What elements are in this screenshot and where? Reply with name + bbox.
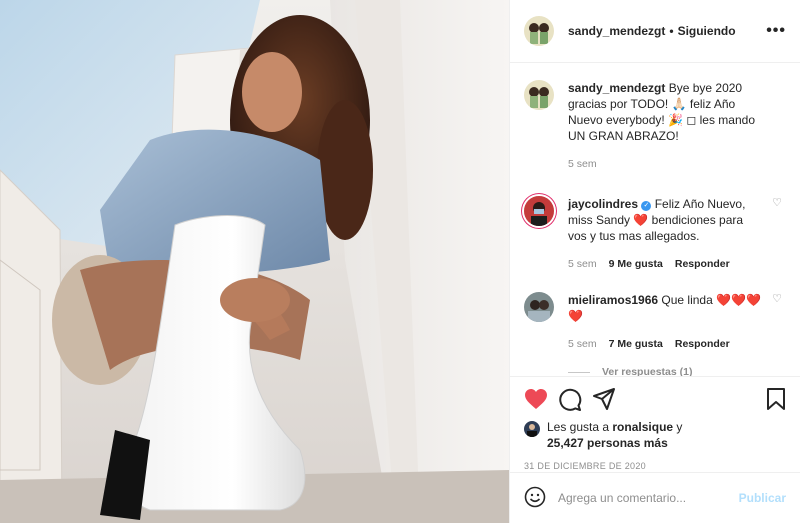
comment-likes[interactable]: 7 Me gusta — [609, 336, 663, 352]
comment-like-icon[interactable]: ♡ — [772, 196, 782, 209]
replies-line — [568, 371, 590, 373]
comment-bubble-icon[interactable] — [558, 387, 592, 411]
caption-time[interactable]: 5 sem — [568, 156, 597, 172]
reply-button[interactable]: Responder — [675, 336, 730, 352]
author-avatar[interactable] — [524, 16, 554, 46]
comment-likes[interactable]: 9 Me gusta — [609, 256, 663, 272]
caption-username[interactable]: sandy_mendezgt — [568, 81, 665, 95]
red-heart-emoji: ❤️ — [633, 213, 649, 227]
action-icons — [524, 385, 786, 413]
comment-body: jaycolindres ✓ Feliz Año Nuevo, miss San… — [568, 196, 763, 272]
post-photo[interactable] — [0, 0, 509, 523]
caption-meta: 5 sem — [568, 156, 763, 172]
post-side-panel: sandy_mendezgt • Siguiendo ••• sandy_men… — [509, 0, 800, 523]
caption-avatar[interactable] — [524, 80, 554, 110]
likes-count[interactable]: 25,427 personas más — [547, 436, 668, 450]
post-header: sandy_mendezgt • Siguiendo ••• — [510, 0, 800, 63]
publish-button[interactable]: Publicar — [739, 491, 786, 505]
comments-list[interactable]: sandy_mendezgt Bye bye 2020 gracias por … — [510, 64, 800, 376]
header-separator: • — [669, 24, 674, 38]
view-replies-label: Ver respuestas (1) — [602, 366, 693, 376]
emoji-smiley-icon[interactable] — [524, 486, 546, 511]
comment-username[interactable]: jaycolindres — [568, 197, 638, 211]
likes-text: Les gusta a ronalsique y 25,427 personas… — [547, 419, 682, 451]
comment-time[interactable]: 5 sem — [568, 336, 597, 352]
commenter-avatar[interactable] — [524, 292, 554, 322]
author-username[interactable]: sandy_mendezgt — [568, 24, 665, 38]
likes-prefix: Les gusta a — [547, 420, 610, 434]
comment-body: mieliramos1966 Que linda ❤️❤️❤️❤️ 5 sem … — [568, 292, 763, 352]
save-bookmark-icon[interactable] — [766, 387, 786, 411]
comment-meta: 5 sem 9 Me gusta Responder — [568, 256, 763, 272]
more-options-icon[interactable]: ••• — [766, 22, 786, 40]
reply-button[interactable]: Responder — [675, 256, 730, 272]
verified-badge-icon: ✓ — [641, 201, 652, 211]
comment-item: mieliramos1966 Que linda ❤️❤️❤️❤️ 5 sem … — [524, 292, 786, 352]
post-image — [0, 0, 509, 523]
caption-body: sandy_mendezgt Bye bye 2020 gracias por … — [568, 80, 763, 172]
comment-time[interactable]: 5 sem — [568, 256, 597, 272]
add-comment-bar: Publicar — [510, 472, 800, 523]
like-heart-icon[interactable] — [524, 388, 558, 410]
post-actions: Les gusta a ronalsique y 25,427 personas… — [510, 376, 800, 472]
likes-joiner: y — [676, 420, 683, 434]
add-comment-input[interactable] — [558, 491, 739, 505]
liker-username[interactable]: ronalsique — [612, 420, 673, 434]
likes-summary: Les gusta a ronalsique y 25,427 personas… — [524, 419, 786, 451]
commenter-avatar[interactable] — [524, 196, 554, 226]
comment-text: Que linda — [661, 293, 713, 307]
share-send-icon[interactable] — [592, 387, 626, 411]
caption: sandy_mendezgt Bye bye 2020 gracias por … — [524, 80, 786, 172]
comment-like-icon[interactable]: ♡ — [772, 292, 782, 305]
liker-avatar[interactable] — [524, 421, 540, 437]
comment-item: jaycolindres ✓ Feliz Año Nuevo, miss San… — [524, 196, 786, 272]
post-date[interactable]: 31 DE DICIEMBRE DE 2020 — [524, 461, 786, 471]
view-replies-button[interactable]: Ver respuestas (1) — [568, 366, 786, 376]
comment-username[interactable]: mieliramos1966 — [568, 293, 658, 307]
following-button[interactable]: Siguiendo — [678, 24, 736, 38]
comment-meta: 5 sem 7 Me gusta Responder — [568, 336, 763, 352]
